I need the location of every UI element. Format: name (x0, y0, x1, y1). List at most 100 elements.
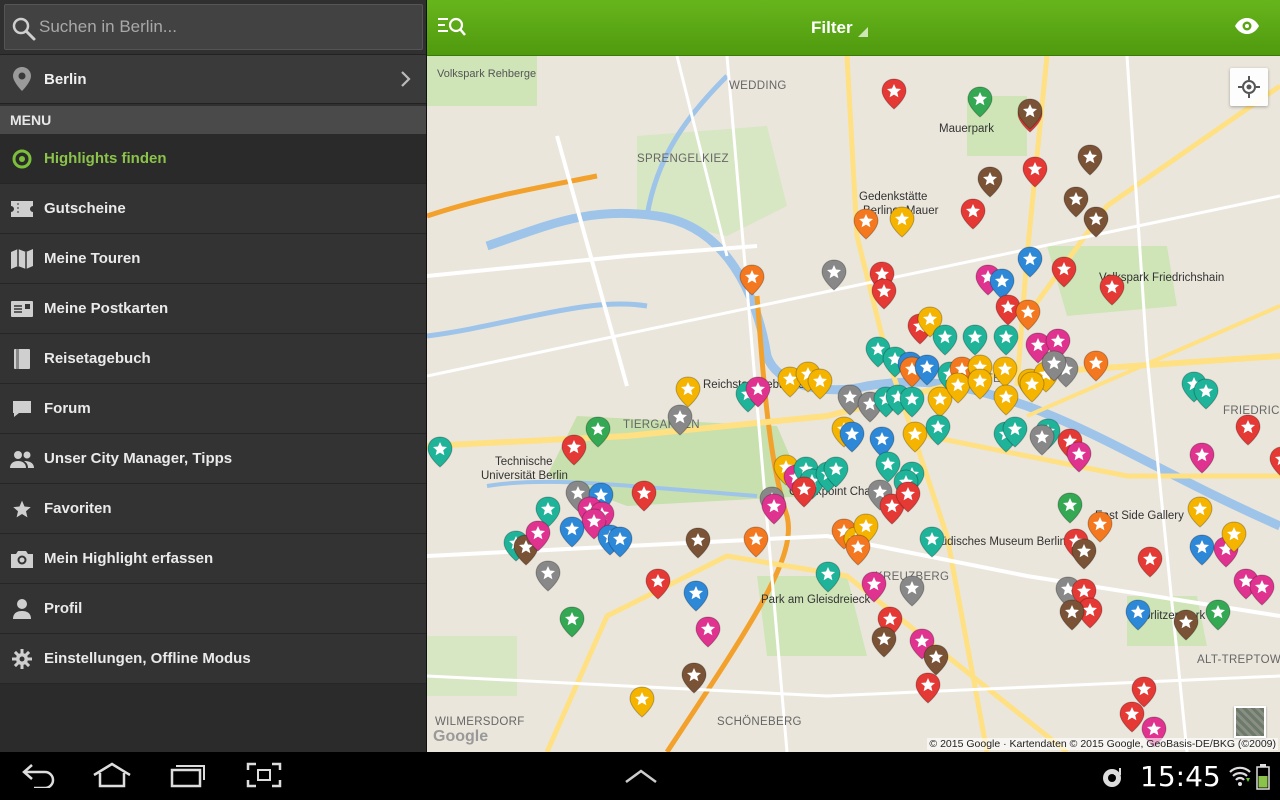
poi-marker[interactable] (685, 527, 711, 559)
poi-marker[interactable] (1249, 574, 1275, 606)
poi-marker[interactable] (585, 416, 611, 448)
filter-dropdown[interactable]: Filter (811, 18, 868, 38)
poi-marker[interactable] (915, 672, 941, 704)
poi-marker[interactable] (853, 208, 879, 240)
poi-marker[interactable] (881, 78, 907, 110)
poi-marker[interactable] (871, 626, 897, 658)
menu-item-forum[interactable]: Forum (0, 384, 426, 434)
list-search-button[interactable] (437, 16, 467, 43)
search-box[interactable] (4, 4, 423, 50)
poi-marker[interactable] (1071, 538, 1097, 570)
poi-marker[interactable] (815, 561, 841, 593)
poi-marker[interactable] (791, 476, 817, 508)
poi-marker[interactable] (559, 606, 585, 638)
poi-marker[interactable] (1083, 350, 1109, 382)
poi-marker[interactable] (681, 662, 707, 694)
poi-marker[interactable] (561, 434, 587, 466)
my-location-button[interactable] (1230, 68, 1268, 106)
poi-marker[interactable] (839, 421, 865, 453)
poi-marker[interactable] (1029, 424, 1055, 456)
poi-marker[interactable] (667, 404, 693, 436)
poi-marker[interactable] (821, 259, 847, 291)
menu-item-profil[interactable]: Profil (0, 584, 426, 634)
poi-marker[interactable] (932, 324, 958, 356)
poi-marker[interactable] (871, 278, 897, 310)
visibility-button[interactable] (1234, 17, 1260, 40)
poi-marker[interactable] (1187, 496, 1213, 528)
poi-marker[interactable] (1077, 144, 1103, 176)
poi-marker[interactable] (967, 368, 993, 400)
poi-marker[interactable] (1193, 378, 1219, 410)
poi-marker[interactable] (960, 198, 986, 230)
poi-marker[interactable] (823, 456, 849, 488)
menu-item-highlight-erfassen[interactable]: Mein Highlight erfassen (0, 534, 426, 584)
poi-marker[interactable] (1173, 609, 1199, 641)
poi-marker[interactable] (899, 575, 925, 607)
poi-marker[interactable] (977, 166, 1003, 198)
poi-marker[interactable] (695, 616, 721, 648)
poi-marker[interactable] (743, 526, 769, 558)
poi-marker[interactable] (1221, 521, 1247, 553)
poi-marker[interactable] (607, 526, 633, 558)
poi-marker[interactable] (1019, 371, 1045, 403)
poi-marker[interactable] (967, 86, 993, 118)
poi-marker[interactable] (525, 520, 551, 552)
menu-item-postkarten[interactable]: Meine Postkarten (0, 284, 426, 334)
menu-item-city-manager[interactable]: Unser City Manager, Tipps (0, 434, 426, 484)
poi-marker[interactable] (535, 560, 561, 592)
menu-item-gutscheine[interactable]: Gutscheine (0, 184, 426, 234)
poi-marker[interactable] (1059, 599, 1085, 631)
top-bar: Filter (427, 0, 1280, 56)
home-icon[interactable] (92, 762, 132, 788)
poi-marker[interactable] (1051, 256, 1077, 288)
poi-marker[interactable] (895, 481, 921, 513)
poi-marker[interactable] (739, 264, 765, 296)
recent-apps-icon[interactable] (170, 762, 206, 788)
satellite-toggle[interactable] (1234, 706, 1266, 738)
poi-marker[interactable] (1022, 156, 1048, 188)
poi-marker[interactable] (629, 686, 655, 718)
poi-marker[interactable] (761, 493, 787, 525)
poi-marker[interactable] (559, 516, 585, 548)
poi-marker[interactable] (845, 534, 871, 566)
poi-marker[interactable] (962, 324, 988, 356)
poi-marker[interactable] (807, 368, 833, 400)
poi-marker[interactable] (427, 436, 453, 468)
poi-marker[interactable] (889, 206, 915, 238)
poi-marker[interactable] (745, 376, 771, 408)
menu-item-favoriten[interactable]: Favoriten (0, 484, 426, 534)
menu-item-touren[interactable]: Meine Touren (0, 234, 426, 284)
search-input[interactable] (39, 5, 419, 49)
menu-item-reisetagebuch[interactable]: Reisetagebuch (0, 334, 426, 384)
map-view[interactable]: Volkspark Rehberge WEDDING SPRENGELKIEZ … (427, 56, 1280, 752)
poi-marker[interactable] (1057, 492, 1083, 524)
back-icon[interactable] (22, 762, 56, 788)
poi-marker[interactable] (1002, 416, 1028, 448)
poi-marker[interactable] (1083, 206, 1109, 238)
poi-marker[interactable] (1269, 446, 1280, 478)
poi-marker[interactable] (919, 526, 945, 558)
poi-marker[interactable] (925, 414, 951, 446)
poi-marker[interactable] (683, 580, 709, 612)
poi-marker[interactable] (1017, 246, 1043, 278)
poi-marker[interactable] (1099, 274, 1125, 306)
menu-item-einstellungen[interactable]: Einstellungen, Offline Modus (0, 634, 426, 684)
poi-marker[interactable] (1017, 98, 1043, 130)
poi-marker[interactable] (861, 571, 887, 603)
poi-marker[interactable] (1125, 599, 1151, 631)
poi-marker[interactable] (1189, 534, 1215, 566)
poi-marker[interactable] (1205, 599, 1231, 631)
poi-marker[interactable] (1137, 546, 1163, 578)
city-selector[interactable]: Berlin (0, 54, 426, 104)
chevron-up-icon[interactable] (624, 768, 658, 784)
poi-marker[interactable] (993, 384, 1019, 416)
poi-marker[interactable] (631, 480, 657, 512)
menu-item-highlights[interactable]: Highlights finden (0, 134, 426, 184)
poi-marker[interactable] (1066, 441, 1092, 473)
screenshot-icon[interactable] (246, 762, 282, 788)
poi-marker[interactable] (1189, 442, 1215, 474)
poi-marker[interactable] (899, 386, 925, 418)
poi-marker[interactable] (645, 568, 671, 600)
poi-marker[interactable] (1235, 414, 1261, 446)
poi-marker[interactable] (993, 324, 1019, 356)
